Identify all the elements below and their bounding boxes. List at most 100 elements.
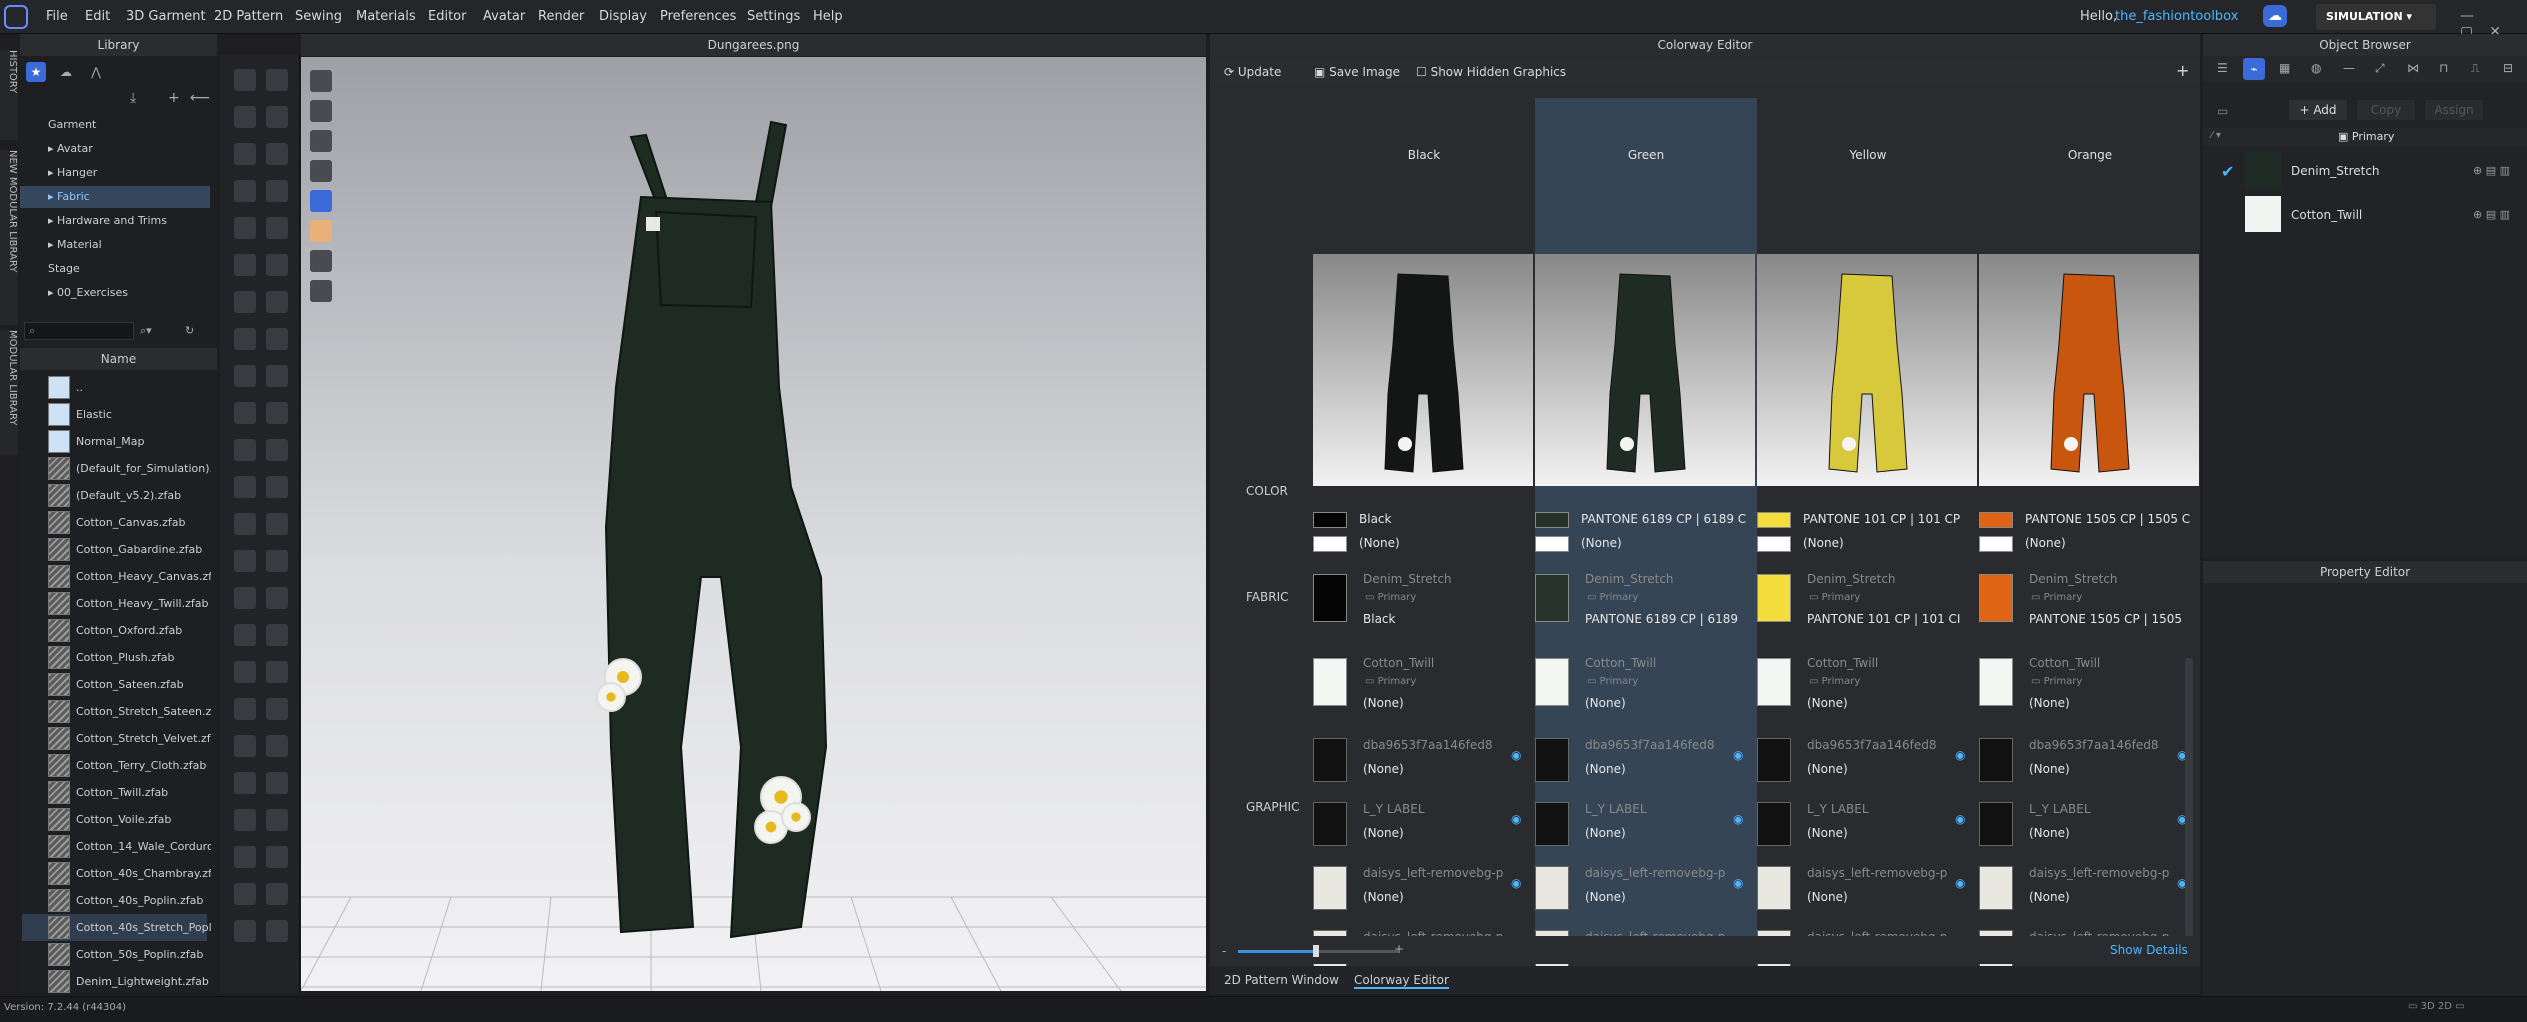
avatar-icon[interactable] xyxy=(310,160,332,182)
shrink-icon[interactable] xyxy=(266,513,288,535)
colorway-preview-image[interactable] xyxy=(1313,254,1533,486)
colorway-column-yellow[interactable]: Yellow PANTONE 101 CP | 101 CP (None) De… xyxy=(1757,98,1979,974)
fabric-swatch-cotton[interactable] xyxy=(1535,658,1569,706)
fabric-swatch-cotton[interactable] xyxy=(1313,658,1347,706)
colorway-name[interactable]: Black xyxy=(1313,148,1535,162)
buttonhole-icon[interactable] xyxy=(234,439,256,461)
graphic-thumbnail[interactable] xyxy=(1313,802,1347,846)
menu-preferences[interactable]: Preferences xyxy=(660,9,736,24)
tree-item-hanger[interactable]: ▸ Hanger xyxy=(20,162,210,184)
download-icon[interactable]: ⤓ xyxy=(130,90,136,106)
more-icon[interactable]: ⊟ xyxy=(2503,61,2513,75)
color-swatch-primary[interactable] xyxy=(1979,512,2013,528)
library-item[interactable]: .. xyxy=(22,374,207,401)
pin-icon[interactable] xyxy=(234,920,256,942)
colorway-preview-image[interactable] xyxy=(1979,254,2199,486)
tree-item-avatar[interactable]: ▸ Avatar xyxy=(20,138,210,160)
library-item[interactable]: Cotton_Plush.zfab xyxy=(22,644,207,671)
zoom-in-icon[interactable]: + xyxy=(1394,942,1404,956)
library-item[interactable]: Cotton_Stretch_Velvet.zfa xyxy=(22,725,211,752)
fabric-icon[interactable]: ⌁ xyxy=(2243,58,2265,80)
menu-file[interactable]: File xyxy=(46,9,68,24)
fabric-item-cotton-twill[interactable]: Cotton_Twill xyxy=(2291,208,2362,222)
library-item[interactable]: Cotton_40s_Stretch_Poplin xyxy=(22,914,211,941)
camera-icon[interactable] xyxy=(310,100,332,122)
visibility-eye-icon[interactable]: ◉ xyxy=(1733,748,1743,762)
show-details-link[interactable]: Show Details xyxy=(2110,943,2188,957)
library-item[interactable]: Elastic xyxy=(22,401,207,428)
zoom-out-icon[interactable]: - xyxy=(1222,944,1226,958)
graphic-thumbnail[interactable] xyxy=(1535,866,1569,910)
library-item[interactable]: Cotton_Voile.zfab xyxy=(22,806,207,833)
library-item[interactable]: Cotton_40s_Chambray.zfa xyxy=(22,860,211,887)
pin-icon[interactable] xyxy=(266,661,288,683)
graphic-thumbnail[interactable] xyxy=(1757,866,1791,910)
visibility-eye-icon[interactable]: ◉ xyxy=(1511,876,1521,890)
menu-2d-pattern[interactable]: 2D Pattern xyxy=(214,9,283,24)
color-swatch-secondary[interactable] xyxy=(1313,536,1347,552)
fold-icon[interactable] xyxy=(234,143,256,165)
select-move-icon[interactable] xyxy=(234,69,256,91)
colorway-name[interactable]: Yellow xyxy=(1757,148,1979,162)
back-icon[interactable]: ⟵ xyxy=(190,90,210,106)
menu-avatar[interactable]: Avatar xyxy=(483,9,525,24)
seamline-icon[interactable] xyxy=(266,476,288,498)
username-link[interactable]: the_fashiontoolbox xyxy=(2115,9,2238,24)
side-tab-modular-library[interactable]: MODULAR LIBRARY xyxy=(0,330,18,455)
library-item[interactable]: (Default_v5.2).zfab xyxy=(22,482,207,509)
library-item[interactable]: Cotton_Oxford.zfab xyxy=(22,617,207,644)
steam-icon[interactable] xyxy=(234,291,256,313)
button-icon[interactable] xyxy=(234,402,256,424)
menu-edit[interactable]: Edit xyxy=(85,9,110,24)
pattern-icon[interactable]: ▦ xyxy=(2279,61,2290,75)
fabric-swatch-denim[interactable] xyxy=(1313,574,1347,622)
color-swatch-secondary[interactable] xyxy=(1757,536,1791,552)
fabric-swatch-denim[interactable] xyxy=(1757,574,1791,622)
graphic-thumbnail[interactable] xyxy=(1757,802,1791,846)
pin-icon[interactable] xyxy=(234,180,256,202)
copy-fabric-button[interactable]: Copy xyxy=(2357,100,2415,120)
topstitch-icon[interactable] xyxy=(266,846,288,868)
colorway-column-black[interactable]: Black Black (None) Denim_Stretch ▭ Prima… xyxy=(1313,98,1535,974)
filter-icon[interactable]: ⌕▾ xyxy=(140,324,152,338)
puckering-icon[interactable] xyxy=(234,698,256,720)
view-mode-icons[interactable]: ▭ 3D 2D ▭ xyxy=(2408,1001,2465,1012)
fabric-swatch-cotton[interactable] xyxy=(1979,658,2013,706)
texture-icon[interactable] xyxy=(234,513,256,535)
topstitch-icon[interactable] xyxy=(266,106,288,128)
graphic-thumbnail[interactable] xyxy=(1535,738,1569,782)
visibility-eye-icon[interactable]: ◉ xyxy=(1511,748,1521,762)
zoom-slider-track[interactable] xyxy=(1318,950,1398,953)
color-swatch-primary[interactable] xyxy=(1535,512,1569,528)
add-icon[interactable]: + xyxy=(168,90,180,106)
library-item[interactable]: Denim_Lightweight.zfab xyxy=(22,968,209,995)
menu-render[interactable]: Render xyxy=(538,9,584,24)
shrink-icon[interactable] xyxy=(234,772,256,794)
graphic-thumbnail[interactable] xyxy=(1313,738,1347,782)
tack-icon[interactable] xyxy=(266,698,288,720)
show-hidden-graphics-checkbox[interactable]: ☐ Show Hidden Graphics xyxy=(1416,65,1566,79)
add-fabric-button[interactable]: + Add xyxy=(2289,100,2347,120)
library-item[interactable]: Cotton_14_Wale_Corduroy xyxy=(22,833,211,860)
library-item[interactable]: Cotton_40s_Poplin.zfab xyxy=(22,887,207,914)
tack-icon[interactable] xyxy=(234,217,256,239)
side-tab-new-modular-library[interactable]: NEW MODULAR LIBRARY xyxy=(0,150,18,325)
zipper-icon[interactable] xyxy=(266,809,288,831)
fabric-thumb-denim[interactable] xyxy=(2245,152,2281,188)
library-item[interactable]: Cotton_Stretch_Sateen.zfi xyxy=(22,698,211,725)
hanger-icon[interactable] xyxy=(266,365,288,387)
cloud-library-icon[interactable]: ☁ xyxy=(56,62,76,82)
colorway-preview-image[interactable] xyxy=(1535,254,1755,486)
trim-icon[interactable]: ⋈ xyxy=(2407,61,2419,75)
menu-editor[interactable]: Editor xyxy=(428,9,466,24)
zoom-slider-handle[interactable] xyxy=(1313,945,1319,957)
save-image-button[interactable]: ▣ Save Image xyxy=(1314,65,1400,79)
colorway-name[interactable]: Green xyxy=(1535,148,1757,162)
graphic-thumbnail[interactable] xyxy=(1979,802,2013,846)
graphic-icon[interactable] xyxy=(266,291,288,313)
menu-materials[interactable]: Materials xyxy=(356,9,416,24)
library-item[interactable]: (Default_for_Simulation).zf xyxy=(22,455,211,482)
fabric-actions-icon[interactable]: ⊕ ▤ ▥ xyxy=(2473,208,2510,221)
layer-icon[interactable] xyxy=(234,661,256,683)
refresh-icon[interactable]: ↻ xyxy=(185,324,194,337)
